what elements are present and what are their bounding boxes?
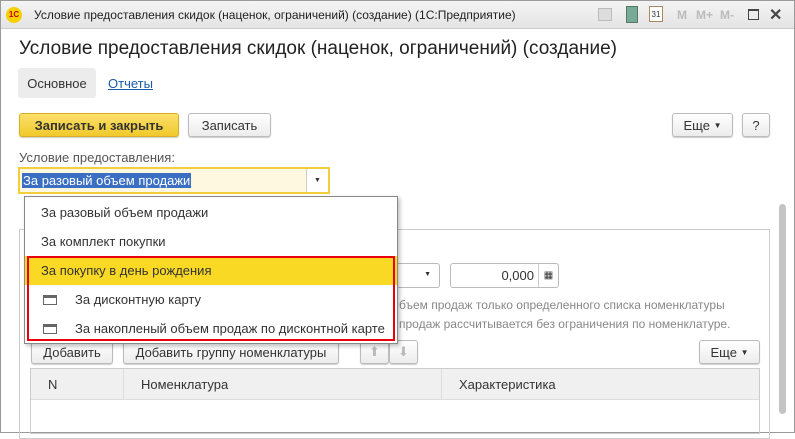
button-label: Добавить группу номенклатуры — [135, 344, 327, 360]
app-logo-icon: 1С — [6, 7, 22, 23]
memory-button[interactable]: M — [677, 8, 687, 22]
items-table: N Номенклатура Характеристика — [30, 368, 760, 434]
button-label: Еще — [683, 117, 710, 133]
condition-value: За разовый объем продажи — [22, 173, 192, 188]
title-bar: 1С Условие предоставления скидок (нацено… — [1, 1, 794, 29]
memory-minus-button[interactable]: M- — [720, 8, 734, 22]
window-title: Условие предоставления скидок (наценок, … — [34, 8, 516, 22]
option-label: За разовый объем продажи — [41, 205, 209, 220]
condition-dropdown-list: За разовый объем продажи За комплект пок… — [24, 196, 398, 344]
calculator-icon[interactable] — [626, 6, 638, 23]
calculator-icon[interactable]: ▦ — [538, 264, 558, 287]
table-header: N Номенклатура Характеристика — [31, 369, 759, 400]
chevron-down-icon: ▼ — [740, 347, 749, 357]
button-label: Записать и закрыть — [34, 117, 164, 133]
button-label: Записать — [201, 117, 258, 133]
print-icon[interactable] — [598, 8, 612, 21]
button-label: ? — [752, 117, 760, 133]
scrollbar[interactable] — [778, 196, 787, 428]
chevron-down-icon: ▼ — [713, 120, 722, 130]
option-label: За комплект покупки — [41, 234, 166, 249]
button-label: Добавить — [43, 344, 101, 360]
calendar-icon[interactable]: 31 — [649, 6, 663, 22]
column-characteristic[interactable]: Характеристика — [441, 369, 573, 400]
condition-select[interactable]: За разовый объем продажи ▼ — [18, 167, 330, 194]
more-button[interactable]: Еще ▼ — [672, 113, 733, 137]
save-button[interactable]: Записать — [188, 113, 271, 137]
option-purchase-set[interactable]: За комплект покупки — [25, 227, 397, 256]
tab-reports[interactable]: Отчеты — [108, 76, 153, 91]
amount-value: 0,000 — [501, 268, 534, 283]
help-button[interactable]: ? — [742, 113, 770, 137]
column-nomenclature[interactable]: Номенклатура — [123, 369, 441, 400]
select-dropdown-button[interactable]: ▼ — [306, 169, 328, 192]
close-button[interactable]: ✕ — [769, 5, 782, 25]
hint-line-1: бъем продаж только определенного списка … — [399, 298, 725, 312]
tab-label: Основное — [27, 75, 87, 91]
column-n[interactable]: N — [48, 377, 123, 392]
hint-line-2: продаж рассчитывается без ограничения по… — [399, 317, 731, 331]
memory-plus-button[interactable]: M+ — [696, 8, 713, 22]
type-select[interactable]: ▼ — [396, 263, 440, 288]
save-and-close-button[interactable]: Записать и закрыть — [19, 113, 179, 137]
window: 1С Условие предоставления скидок (нацено… — [0, 0, 795, 439]
amount-field[interactable]: 0,000 ▦ — [450, 263, 559, 288]
condition-label: Условие предоставления: — [19, 150, 175, 165]
page-title: Условие предоставления скидок (наценок, … — [19, 38, 618, 59]
chevron-down-icon: ▼ — [424, 271, 431, 278]
button-label: Еще — [710, 344, 737, 360]
tab-main[interactable]: Основное — [18, 68, 96, 98]
option-single-sale[interactable]: За разовый объем продажи — [25, 198, 397, 227]
table-more-button[interactable]: Еще ▼ — [699, 340, 760, 364]
maximize-button[interactable] — [748, 9, 759, 20]
scrollbar-thumb[interactable] — [779, 204, 786, 414]
highlight-frame — [27, 256, 395, 341]
